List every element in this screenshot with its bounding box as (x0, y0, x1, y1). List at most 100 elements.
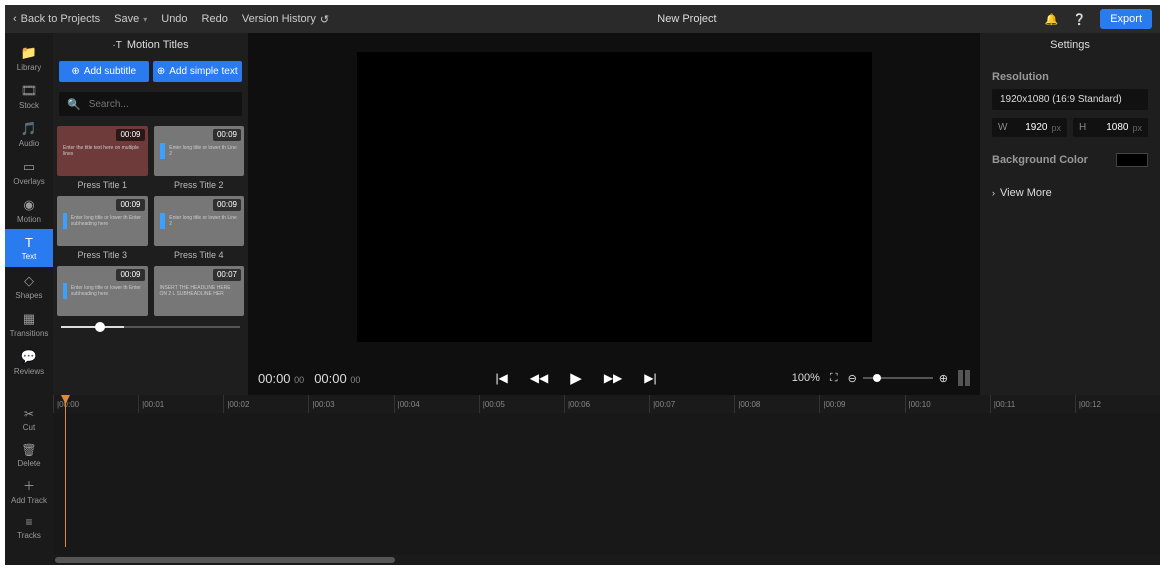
title-tile[interactable]: INSERT THE HEADLINE HERE ON 2 L SUBHEADL… (154, 266, 245, 316)
project-title: New Project (329, 13, 1045, 25)
tl-tool-label: Delete (17, 459, 40, 468)
view-more-label: View More (1000, 187, 1052, 199)
panel-title: Motion Titles (127, 39, 189, 51)
nav-label: Stock (19, 101, 39, 110)
tl-tool-tracks[interactable]: ≡ Tracks (5, 509, 53, 545)
view-more-button[interactable]: › View More (992, 187, 1148, 199)
save-label: Save (114, 13, 139, 25)
add-simple-text-button[interactable]: ⊕ Add simple text (153, 61, 243, 82)
tl-tool-delete[interactable]: 🗑Delete (5, 437, 53, 473)
nav-motion[interactable]: ◉Motion (5, 191, 53, 229)
skip-back-icon[interactable]: |◀ (495, 371, 507, 385)
nav-text[interactable]: TText (5, 229, 53, 267)
zoom-out-icon[interactable]: ⊖ (848, 372, 857, 385)
ruler-tick: |00:07 (649, 395, 734, 413)
ruler-tick: |00:12 (1075, 395, 1160, 413)
preview-canvas[interactable] (357, 52, 872, 342)
version-history-button[interactable]: Version History ↺ (242, 13, 329, 26)
stock-icon: 🎞 (21, 83, 38, 99)
search-icon: 🔍 (67, 98, 81, 111)
back-label: Back to Projects (21, 13, 100, 25)
tile-thumb: Enter the title text here on multiple li… (57, 126, 148, 176)
back-to-projects-button[interactable]: ‹ Back to Projects (13, 13, 100, 25)
nav-stock[interactable]: 🎞 Stock (5, 77, 53, 115)
duration-badge: 00:09 (116, 269, 144, 281)
nav-reviews[interactable]: 💬Reviews (5, 343, 53, 381)
tl-tool-add-track[interactable]: ＋Add Track (5, 473, 53, 509)
timeline-tracks[interactable] (53, 413, 1160, 555)
title-tile[interactable]: Enter long title or lower th Line 200:09… (154, 126, 245, 190)
fullscreen-icon[interactable]: ⛶ (830, 372, 838, 385)
ruler-tick: |00:03 (308, 395, 393, 413)
motion-icon: ◉ (23, 197, 34, 213)
timeline-scrollbar[interactable] (53, 555, 1160, 565)
nav-label: Overlays (13, 177, 45, 186)
plus-icon: ⊕ (71, 66, 79, 77)
nav-audio[interactable]: 🎵Audio (5, 115, 53, 153)
tracks-icon: ≡ (25, 515, 32, 529)
search-input-wrap[interactable]: 🔍 (59, 92, 242, 116)
nav-shapes[interactable]: ◇Shapes (5, 267, 53, 305)
redo-button[interactable]: Redo (202, 13, 228, 25)
overlays-icon: ▭ (23, 159, 35, 175)
rewind-icon[interactable]: ◀◀ (530, 371, 548, 385)
ruler-tick: |00:06 (564, 395, 649, 413)
nav-label: Shapes (15, 291, 42, 300)
resolution-label: Resolution (992, 71, 1148, 83)
play-icon[interactable]: ▶ (570, 369, 582, 387)
thumbnail-zoom-slider[interactable] (53, 316, 248, 338)
text-icon: T (25, 235, 33, 250)
add-simple-text-label: Add simple text (169, 66, 237, 77)
topbar: ‹ Back to Projects Save ▾ Undo Redo Vers… (5, 5, 1160, 33)
tile-name: Press Title 4 (154, 250, 245, 260)
width-field[interactable]: W 1920 px (992, 118, 1067, 137)
search-input[interactable] (89, 99, 234, 110)
text-icon: ·T (112, 40, 121, 51)
audio-meter (958, 370, 970, 386)
duration-badge: 00:07 (213, 269, 241, 281)
zoom-in-icon[interactable]: ⊕ (939, 372, 948, 385)
title-tile[interactable]: Enter long title or lower th Line 200:09… (154, 196, 245, 260)
cut-icon: ✂ (24, 407, 34, 421)
tl-tool-cut[interactable]: ✂ Cut (5, 401, 53, 437)
add-subtitle-button[interactable]: ⊕ Add subtitle (59, 61, 149, 82)
settings-title: Settings (992, 33, 1148, 57)
bg-color-label: Background Color (992, 154, 1088, 166)
bg-color-swatch[interactable] (1116, 153, 1148, 167)
tile-name: Press Title 1 (57, 180, 148, 190)
undo-button[interactable]: Undo (161, 13, 187, 25)
zoom-value: 100% (792, 372, 820, 384)
playhead[interactable] (65, 395, 66, 547)
version-history-label: Version History (242, 13, 316, 25)
title-tile[interactable]: Enter long title or lower th Enter subhe… (57, 196, 148, 260)
bell-icon[interactable]: 🔔 (1045, 13, 1059, 26)
nav-overlays[interactable]: ▭ Overlays (5, 153, 53, 191)
tl-tool-label: Cut (23, 423, 35, 432)
timeline-tools: ✂ Cut 🗑Delete＋Add Track ≡ Tracks (5, 395, 53, 565)
duration-badge: 00:09 (213, 199, 241, 211)
add track-icon: ＋ (23, 477, 35, 494)
save-button[interactable]: Save ▾ (114, 13, 147, 25)
resolution-select[interactable]: 1920x1080 (16:9 Standard) (992, 89, 1148, 110)
fast-forward-icon[interactable]: ▶▶ (604, 371, 622, 385)
timeline-ruler[interactable]: |00:00|00:01|00:02|00:03|00:04|00:05|00:… (53, 395, 1160, 413)
tile-thumb: Enter long title or lower th Enter subhe… (57, 196, 148, 246)
title-tile[interactable]: Enter the title text here on multiple li… (57, 126, 148, 190)
chevron-right-icon: › (992, 188, 995, 198)
title-tile[interactable]: Enter long title or lower th Enter subhe… (57, 266, 148, 316)
plus-icon: ⊕ (157, 66, 165, 77)
duration-badge: 00:09 (116, 129, 144, 141)
zoom-slider[interactable] (863, 377, 933, 379)
nav-label: Transitions (10, 329, 49, 338)
ruler-tick: |00:09 (819, 395, 904, 413)
chevron-down-icon: ▾ (143, 15, 147, 24)
skip-forward-icon[interactable]: ▶| (644, 371, 656, 385)
export-button[interactable]: Export (1100, 9, 1152, 29)
tl-tool-label: Tracks (17, 531, 41, 540)
help-icon[interactable]: ❔ (1073, 13, 1087, 26)
nav-library[interactable]: 📁Library (5, 39, 53, 77)
ruler-tick: |00:08 (734, 395, 819, 413)
ruler-tick: |00:01 (138, 395, 223, 413)
height-field[interactable]: H 1080 px (1073, 118, 1148, 137)
nav-transitions[interactable]: ▦Transitions (5, 305, 53, 343)
